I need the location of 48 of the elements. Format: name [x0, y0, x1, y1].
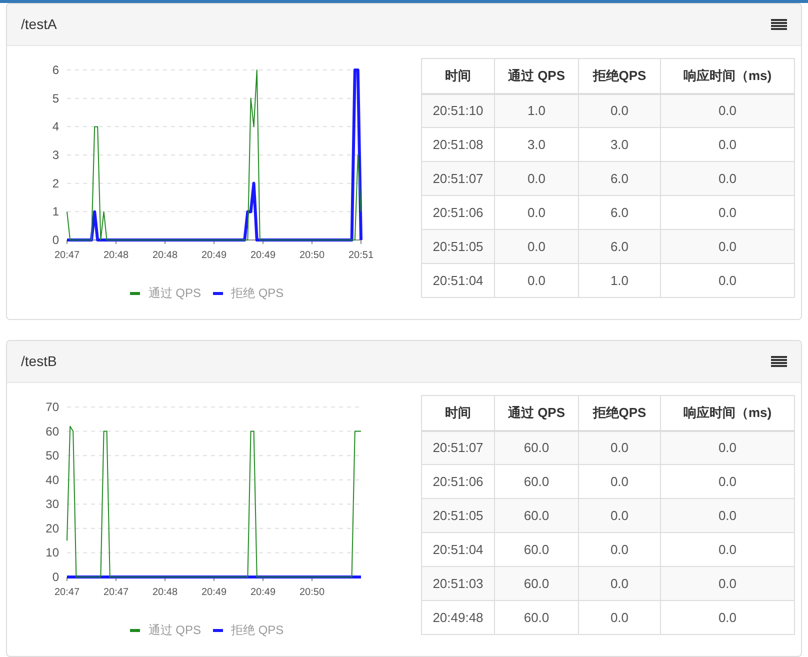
y-tick-label: 4 [52, 120, 59, 134]
table-cell: 20:51:04 [422, 264, 494, 298]
x-tick-label: 20:49 [201, 250, 227, 261]
table-cell: 0.0 [660, 600, 794, 634]
y-tick-label: 50 [46, 448, 59, 463]
panel-title: /testB [21, 352, 57, 371]
x-tick-label: 20:47 [54, 587, 80, 598]
legend-label: 通过 QPS [148, 622, 201, 639]
y-tick-label: 60 [46, 424, 59, 438]
table-cell: 0.0 [660, 264, 794, 298]
legend-swatch [213, 628, 223, 632]
y-tick-label: 3 [52, 148, 59, 162]
table-cell: 0.0 [494, 264, 578, 298]
x-tick-label: 20:50 [299, 250, 325, 261]
x-tick-label: 20:47 [103, 587, 129, 598]
legend-label: 通过 QPS [148, 285, 201, 302]
table-cell: 1.0 [578, 264, 660, 298]
legend-swatch [213, 292, 223, 294]
table-cell: 0.0 [578, 600, 660, 634]
legend-swatch [130, 292, 140, 294]
menu-icon[interactable] [771, 354, 787, 368]
y-tick-label: 20 [46, 521, 59, 536]
y-tick-label: 30 [46, 497, 59, 512]
table-cell: 60.0 [494, 600, 578, 634]
legend-label: 拒绝 QPS [231, 622, 284, 639]
y-tick-label: 70 [46, 400, 59, 414]
x-tick-label: 20:49 [201, 587, 227, 598]
y-tick-label: 1 [52, 204, 59, 219]
x-tick-label: 20:48 [152, 587, 178, 598]
y-tick-label: 10 [46, 546, 59, 560]
x-tick-label: 20:48 [103, 250, 129, 261]
legend-swatch [130, 628, 140, 632]
x-tick-label: 20:47 [54, 250, 80, 261]
menu-icon[interactable] [771, 18, 787, 32]
x-tick-label: 20:51 [348, 250, 374, 261]
y-tick-label: 40 [46, 472, 59, 487]
y-tick-label: 0 [52, 570, 59, 584]
legend-label: 拒绝 QPS [231, 285, 284, 302]
x-tick-label: 20:48 [152, 250, 178, 261]
x-tick-label: 20:49 [250, 250, 276, 261]
x-tick-label: 20:49 [250, 587, 276, 598]
panel-title: /testA [21, 15, 57, 34]
x-tick-label: 20:50 [299, 587, 325, 598]
y-tick-label: 0 [52, 233, 59, 247]
y-tick-label: 2 [52, 176, 59, 190]
y-tick-label: 5 [52, 91, 59, 106]
table-cell: 20:49:48 [422, 600, 494, 634]
y-tick-label: 6 [52, 63, 59, 77]
